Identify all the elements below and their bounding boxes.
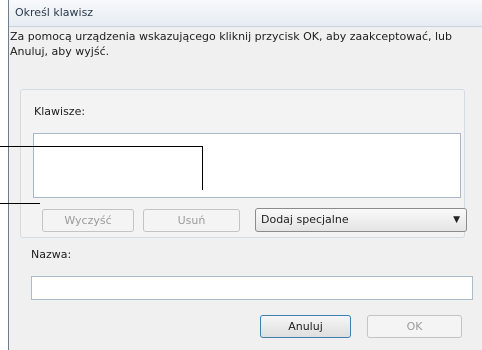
keys-input[interactable] (33, 133, 461, 198)
callout-line-vertical (202, 146, 203, 190)
name-input[interactable] (31, 276, 473, 300)
remove-button[interactable]: Usuń (143, 209, 240, 232)
cancel-button[interactable]: Anuluj (260, 315, 351, 338)
callout-line-horizontal-bottom (0, 203, 40, 204)
instructions-text: Za pomocą urządzenia wskazującego klikni… (10, 30, 452, 58)
ok-button[interactable]: OK (367, 315, 462, 338)
keys-label: Klawisze: (34, 105, 86, 118)
clear-button[interactable]: Wyczyść (42, 209, 134, 232)
dialog-title: Określ klawisz (9, 0, 482, 27)
add-special-selected: Dodaj specjalne (261, 213, 349, 226)
name-label: Nazwa: (31, 248, 72, 261)
chevron-down-icon: ▼ (453, 215, 460, 225)
add-special-select[interactable]: Dodaj specjalne ▼ (255, 208, 467, 232)
callout-line-horizontal-top (0, 146, 203, 147)
